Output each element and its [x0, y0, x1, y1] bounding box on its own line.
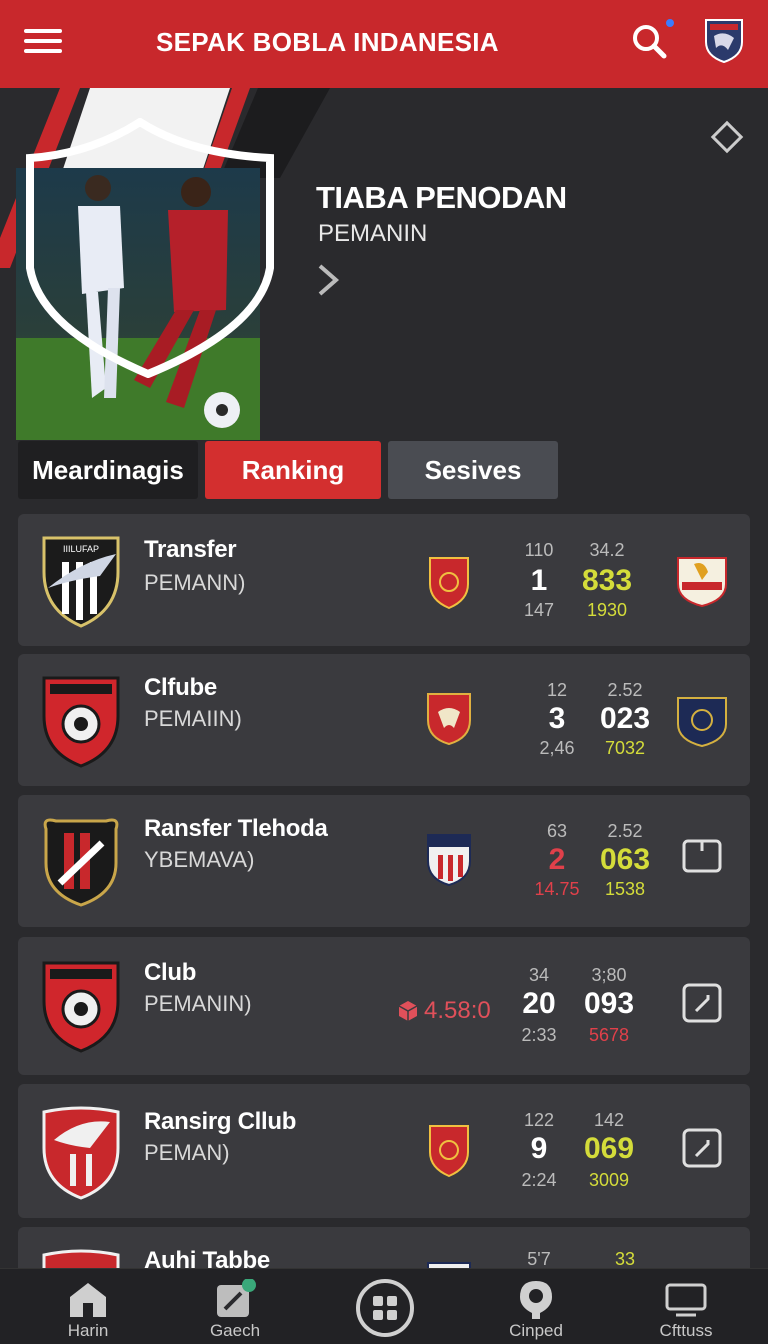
- tablet-icon[interactable]: [674, 829, 730, 885]
- club-subtitle: PEMAIIN): [144, 706, 242, 731]
- pin-icon: [520, 1281, 552, 1319]
- club-crest-icon: IIILUFAP: [42, 536, 120, 628]
- team-badge-icon: [429, 1125, 469, 1178]
- stat-top-left: 122: [523, 1110, 555, 1130]
- grid-icon: [356, 1279, 414, 1337]
- club-subtitle: PEMANN): [144, 570, 246, 595]
- club-subtitle: PEMAN): [144, 1140, 230, 1165]
- stat-top-right: 2.52: [607, 680, 643, 700]
- notification-dot: [666, 19, 674, 27]
- tab-meardinagis[interactable]: Meardinagis: [18, 441, 198, 499]
- stat-bottom-right: 1538: [604, 879, 646, 899]
- club-crest-icon: [42, 676, 120, 768]
- club-crest-icon: [42, 961, 120, 1053]
- stat-top-right: 33: [614, 1249, 636, 1269]
- stat-main-left: 20: [522, 987, 556, 1020]
- crest-text: IIILUFAP: [63, 544, 99, 554]
- nav-center-grid[interactable]: [330, 1269, 440, 1344]
- stat-top-left: 5'7: [527, 1249, 551, 1269]
- club-name: Transfer: [144, 536, 237, 563]
- hero-shield-frame: [26, 118, 274, 378]
- club-subtitle: YBEMAVA): [144, 847, 255, 872]
- search-icon[interactable]: [630, 22, 670, 62]
- odds-value: 4.58:0: [398, 997, 491, 1025]
- chevron-right-icon[interactable]: [312, 262, 342, 298]
- list-item[interactable]: Ransfer Tlehoda YBEMAVA) 63 2 14.75 2.52…: [18, 795, 750, 927]
- nav-label: Gaech: [209, 1321, 261, 1340]
- stat-main-right: 069: [583, 1132, 635, 1165]
- stat-main-left: 3: [548, 702, 566, 735]
- stat-bottom-left: 2:24: [521, 1170, 557, 1190]
- share-box-icon[interactable]: [674, 1120, 730, 1176]
- stat-bottom-left: 14.75: [534, 879, 580, 899]
- club-name: Clfube: [144, 674, 217, 701]
- cube-icon: [398, 1001, 418, 1021]
- nav-label: Harin: [67, 1321, 109, 1340]
- club-crest-icon[interactable]: [674, 552, 730, 608]
- team-badge-icon: [427, 693, 471, 746]
- hero-banner: TIABA PENODAN PEMANIN: [0, 88, 768, 440]
- club-name: Club: [144, 959, 197, 986]
- tab-bar: Meardinagis Ranking Sesives: [18, 441, 558, 499]
- monitor-icon: [665, 1283, 707, 1317]
- diamond-icon[interactable]: [708, 118, 746, 156]
- stat-bottom-right: 7032: [604, 738, 646, 758]
- list-item[interactable]: IIILUFAP Transfer PEMANN) 110 1 147 34.2…: [18, 514, 750, 646]
- club-crest-icon: [42, 1106, 120, 1200]
- home-icon: [70, 1283, 106, 1317]
- hamburger-icon[interactable]: [24, 29, 62, 57]
- nav-status[interactable]: Cfttuss: [631, 1269, 741, 1344]
- nav-label: Cfttuss: [659, 1321, 713, 1340]
- stat-main-left: 9: [530, 1132, 548, 1165]
- club-crest-icon: [43, 818, 119, 907]
- stat-top-right: 142: [593, 1110, 625, 1130]
- club-crest-icon[interactable]: [674, 692, 730, 748]
- stat-main-right: 023: [599, 702, 651, 735]
- nav-pinned[interactable]: Cinped: [481, 1269, 591, 1344]
- stat-main-right: 063: [599, 843, 651, 876]
- bottom-navigation: Harin Gaech Cinped Cfttuss: [0, 1268, 768, 1344]
- tab-sesives[interactable]: Sesives: [388, 441, 558, 499]
- nav-search[interactable]: Gaech: [180, 1269, 290, 1344]
- stat-main-left: 1: [530, 564, 548, 597]
- club-name: Ransirg Cllub: [144, 1108, 297, 1135]
- nav-home[interactable]: Harin: [33, 1269, 143, 1344]
- stat-top-left: 63: [546, 821, 568, 841]
- nav-label: Cinped: [509, 1321, 563, 1340]
- odds-text: 4.58:0: [424, 997, 491, 1024]
- stat-main-left: 2: [548, 843, 566, 876]
- stat-bottom-right: 1930: [586, 600, 628, 620]
- list-item[interactable]: Clfube PEMAIIN) 12 3 2,46 2.52 023 7032: [18, 654, 750, 786]
- stat-bottom-right: 5678: [588, 1025, 630, 1045]
- stat-top-right: 2.52: [607, 821, 643, 841]
- stat-bottom-left: 2:33: [521, 1025, 557, 1045]
- club-name: Ransfer Tlehoda: [144, 815, 328, 842]
- list-item[interactable]: Club PEMANIN) 4.58:0 34 20 2:33 3;80 093…: [18, 937, 750, 1075]
- stat-top-left: 110: [524, 540, 554, 560]
- stat-top-right: 34.2: [589, 540, 625, 560]
- club-crest-icon[interactable]: [704, 16, 744, 64]
- tab-ranking[interactable]: Ranking: [205, 441, 381, 499]
- edit-icon: [217, 1279, 256, 1317]
- stat-main-right: 093: [583, 987, 635, 1020]
- hero-subtitle: PEMANIN: [318, 220, 428, 247]
- stat-bottom-right: 3009: [588, 1170, 630, 1190]
- stat-top-left: 12: [546, 680, 568, 700]
- share-box-icon[interactable]: [674, 975, 730, 1031]
- stat-bottom-left: 147: [523, 600, 555, 620]
- team-badge-icon: [429, 557, 469, 610]
- team-badge-icon: [427, 834, 471, 887]
- list-item[interactable]: Ransirg Cllub PEMAN) 122 9 2:24 142 069 …: [18, 1084, 750, 1218]
- stat-bottom-left: 2,46: [539, 738, 575, 758]
- app-title: SEPAK BOBLA INDANESIA: [156, 27, 499, 57]
- top-app-bar: SEPAK BOBLA INDANESIA: [0, 0, 768, 88]
- stat-main-right: 833: [581, 564, 633, 597]
- stat-top-right: 3;80: [591, 965, 627, 985]
- club-subtitle: PEMANIN): [144, 991, 252, 1016]
- hero-title: TIABA PENODAN: [316, 180, 567, 215]
- stat-top-left: 34: [528, 965, 550, 985]
